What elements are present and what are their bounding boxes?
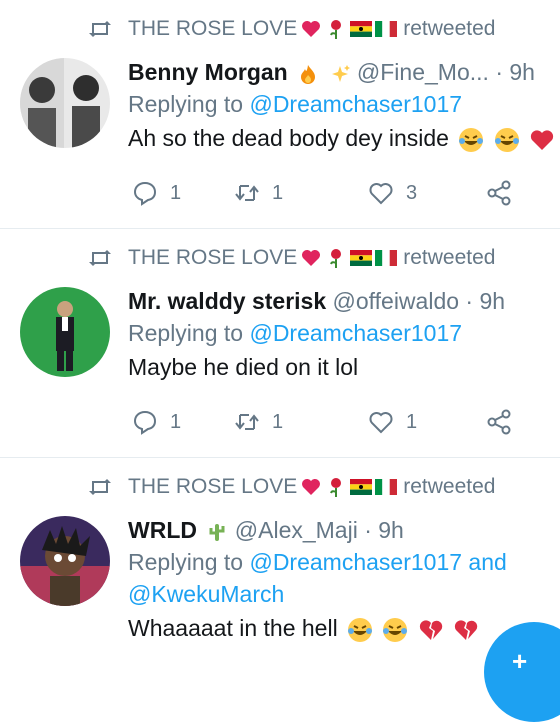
retweeter-name: THE ROSE LOVE xyxy=(128,246,298,269)
reply-and: and xyxy=(468,549,507,575)
share-icon xyxy=(487,180,511,206)
retweeter-name: THE ROSE LOVE xyxy=(128,475,298,498)
retweet-icon xyxy=(89,21,111,37)
reply-prefix: Replying to xyxy=(128,320,244,346)
avatar[interactable] xyxy=(20,516,110,606)
retweet-count: 1 xyxy=(272,181,284,204)
mention-link[interactable]: @KwekuMarch xyxy=(128,581,284,607)
share-icon xyxy=(487,409,511,435)
reply-context: Replying to @Dreamchaser1017 xyxy=(128,317,560,349)
reply-prefix: Replying to xyxy=(128,549,244,575)
retweet-icon xyxy=(89,250,111,266)
fire-emoji-icon xyxy=(301,64,316,84)
like-button[interactable]: 1 xyxy=(368,409,417,435)
heart-icon xyxy=(369,412,393,434)
user-handle: @offeiwaldo xyxy=(332,288,460,314)
retweeted-by[interactable]: THE ROSE LOVE retweeted xyxy=(88,16,495,42)
tweet-actions: 1 1 1 xyxy=(132,409,560,439)
tweet-text: Ah so the dead body dey inside xyxy=(128,122,560,154)
retweet-count: 1 xyxy=(272,410,284,433)
avatar[interactable] xyxy=(20,287,110,377)
retweet-button[interactable]: 1 xyxy=(234,180,283,206)
laughing-emoji-icon xyxy=(348,617,373,642)
timeline: THE ROSE LOVE retweeted Benny Morgan @Fi… xyxy=(0,0,560,677)
retweeted-by[interactable]: THE ROSE LOVE retweeted xyxy=(88,474,495,500)
retweet-button[interactable]: 1 xyxy=(234,409,283,435)
like-count: 3 xyxy=(406,181,418,204)
retweeter-name: THE ROSE LOVE xyxy=(128,17,298,40)
heart-emoji-icon xyxy=(302,250,321,266)
ghana-flag-icon xyxy=(350,250,373,266)
user-handle: @Alex_Maji xyxy=(234,517,358,543)
sparkles-emoji-icon xyxy=(331,64,350,82)
mention-link[interactable]: @Dreamchaser1017 xyxy=(249,549,462,575)
heart-icon xyxy=(369,183,393,205)
reply-icon xyxy=(133,181,157,206)
tweet-actions: 1 1 3 xyxy=(132,180,560,210)
retweeted-by[interactable]: THE ROSE LOVE retweeted xyxy=(88,245,495,271)
reply-icon xyxy=(133,410,157,435)
reply-button[interactable]: 1 xyxy=(132,409,181,435)
like-count: 1 xyxy=(406,410,418,433)
italy-flag-icon xyxy=(375,479,398,495)
share-button[interactable] xyxy=(486,180,524,206)
ghana-flag-icon xyxy=(350,479,373,495)
ghana-flag-icon xyxy=(350,21,373,37)
tweet-item[interactable]: THE ROSE LOVE retweeted WRLD @Alex_Maji … xyxy=(0,458,560,677)
laughing-emoji-icon xyxy=(494,127,519,152)
tweet-item[interactable]: THE ROSE LOVE retweeted Benny Morgan @Fi… xyxy=(0,0,560,229)
laughing-emoji-icon xyxy=(459,127,484,152)
mention-link[interactable]: @Dreamchaser1017 xyxy=(249,91,462,117)
reply-button[interactable]: 1 xyxy=(132,180,181,206)
tweet-header: WRLD @Alex_Maji · 9h xyxy=(128,514,560,546)
user-handle: @Fine_Mo... xyxy=(356,59,489,85)
share-button[interactable] xyxy=(486,409,524,435)
rose-emoji-icon xyxy=(330,478,342,497)
retweeted-label: retweeted xyxy=(403,475,496,498)
retweet-icon xyxy=(235,414,259,430)
italy-flag-icon xyxy=(375,250,398,266)
mention-link[interactable]: @Dreamchaser1017 xyxy=(249,320,462,346)
rose-emoji-icon xyxy=(330,20,342,39)
reply-context: Replying to @Dreamchaser1017 and @KwekuM… xyxy=(128,546,560,610)
display-name[interactable]: WRLD xyxy=(128,517,197,543)
laughing-emoji-icon xyxy=(383,617,408,642)
tweet-text: Maybe he died on it lol xyxy=(128,354,359,380)
reply-context: Replying to @Dreamchaser1017 xyxy=(128,88,560,120)
like-button[interactable]: 3 xyxy=(368,180,417,206)
reply-count: 1 xyxy=(170,410,182,433)
broken-heart-emoji-icon xyxy=(531,130,554,150)
cactus-emoji-icon xyxy=(209,523,225,541)
retweet-icon xyxy=(89,479,111,495)
reply-count: 1 xyxy=(170,181,182,204)
timestamp: · 9h xyxy=(364,517,404,543)
italy-flag-icon xyxy=(375,21,398,37)
tweet-header: Benny Morgan @Fine_Mo... · 9h xyxy=(128,56,560,88)
broken-heart-emoji-icon xyxy=(455,620,478,640)
broken-heart-emoji-icon xyxy=(419,620,443,640)
retweeted-label: retweeted xyxy=(403,246,496,269)
timestamp: · 9h xyxy=(465,288,506,314)
reply-prefix: Replying to xyxy=(128,91,244,117)
rose-emoji-icon xyxy=(330,249,342,268)
heart-emoji-icon xyxy=(302,479,321,495)
display-name[interactable]: Benny Morgan xyxy=(128,59,288,85)
tweet-header: Mr. walddy sterisk @offeiwaldo · 9h xyxy=(128,285,560,317)
display-name[interactable]: Mr. walddy sterisk xyxy=(128,288,326,314)
avatar[interactable] xyxy=(20,58,110,148)
compose-icon: + xyxy=(512,646,528,676)
timestamp: · 9h xyxy=(495,59,535,85)
heart-emoji-icon xyxy=(302,21,321,37)
retweet-icon xyxy=(235,185,259,201)
retweeted-label: retweeted xyxy=(403,17,496,40)
tweet-item[interactable]: THE ROSE LOVE retweeted Mr. walddy steri… xyxy=(0,229,560,458)
